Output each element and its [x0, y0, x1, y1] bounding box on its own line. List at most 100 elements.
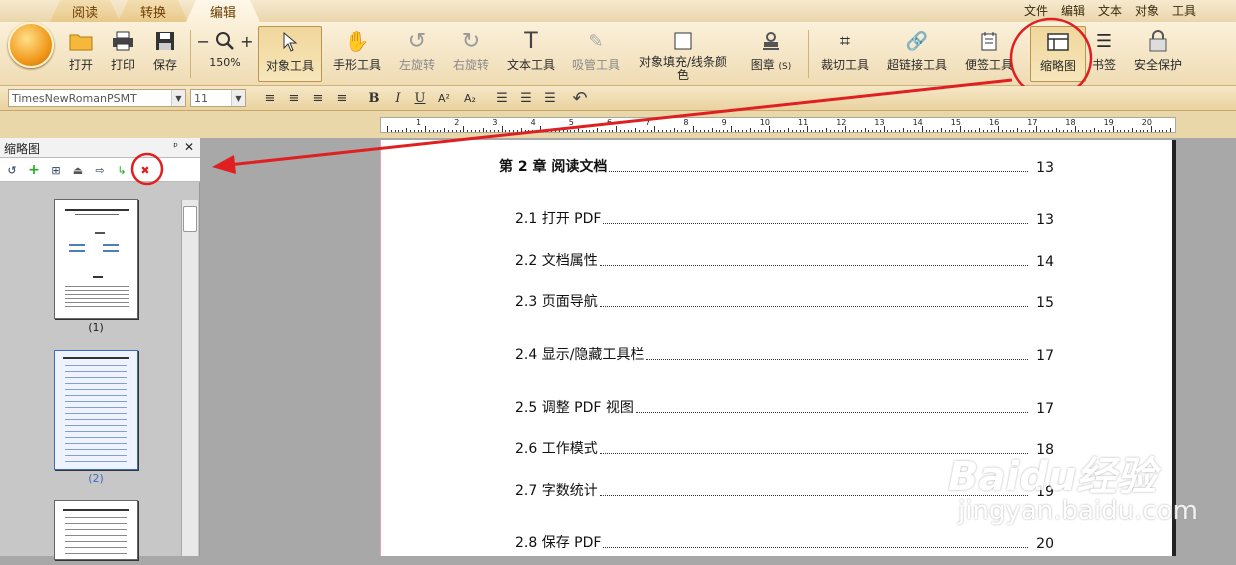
ruler-tick: [1120, 130, 1122, 132]
ruler-tick: [765, 130, 767, 132]
paragraph-spacing-icon[interactable]: ☰: [516, 89, 536, 107]
page-thumbnail-3[interactable]: [54, 500, 138, 560]
ruler-tick: [463, 126, 465, 132]
toc-entry[interactable]: 2.8 保存 PDF 20: [515, 532, 1054, 552]
fill-color-label: 对象填充/线条颜色: [638, 55, 728, 82]
page-thumbnail-2[interactable]: [54, 350, 138, 470]
ruler-tick: [833, 130, 835, 132]
menu-object[interactable]: 对象: [1135, 2, 1159, 19]
panel-scrollbar[interactable]: [181, 200, 198, 556]
rotate-page-icon[interactable]: ↺: [4, 162, 20, 178]
ruler-tick: [486, 130, 488, 132]
align-left-icon[interactable]: ≡: [260, 89, 280, 107]
toc-entry[interactable]: 2.3 页面导航 15: [515, 291, 1054, 311]
insert-page-icon[interactable]: ⊞: [48, 162, 64, 178]
save-button[interactable]: 保存: [146, 26, 184, 82]
toc-chapter-entry[interactable]: 第 2 章 阅读文档 13: [499, 156, 1054, 176]
toc-entry[interactable]: 2.2 文档属性 14: [515, 250, 1054, 270]
toc-entry[interactable]: 2.5 调整 PDF 视图 17: [515, 397, 1054, 417]
zoom-control[interactable]: − + 150%: [194, 26, 256, 82]
line-spacing-icon[interactable]: ☰: [492, 89, 512, 107]
hand-icon: ✋: [344, 29, 370, 53]
ruler-tick: [849, 130, 851, 132]
hand-tool-button[interactable]: ✋ 手形工具: [328, 26, 386, 82]
stamp-button[interactable]: 图章 (S): [740, 26, 802, 82]
fill-color-button[interactable]: 对象填充/线条颜色: [632, 26, 734, 82]
ruler-tick: [402, 130, 404, 132]
hand-tool-label: 手形工具: [332, 58, 381, 72]
ruler-tick: [956, 130, 958, 132]
fill-square-icon: [673, 26, 693, 56]
align-center-icon[interactable]: ≡: [284, 89, 304, 107]
open-button[interactable]: 打开: [62, 26, 100, 82]
ruler-tick: [593, 130, 595, 132]
ruler-tick: [757, 130, 759, 132]
text-tool-button[interactable]: T 文本工具: [502, 26, 560, 82]
ruler-number: 16: [989, 118, 1000, 127]
superscript-button[interactable]: A²: [434, 89, 454, 107]
rotate-right-icon: ↻: [461, 28, 481, 54]
security-button[interactable]: 安全保护: [1130, 26, 1186, 82]
menu-tools[interactable]: 工具: [1172, 2, 1196, 19]
ruler-tick: [673, 128, 675, 132]
bookmark-label: 书签: [1091, 58, 1116, 72]
ruler-tick: [898, 130, 900, 132]
ruler-tick: [1028, 130, 1030, 132]
eyedropper-button[interactable]: ✎ 吸管工具: [566, 26, 626, 82]
font-select[interactable]: TimesNewRomanPSMT ▼: [8, 89, 186, 107]
pin-icon[interactable]: ᵖ: [173, 140, 178, 153]
ruler-tick: [1166, 130, 1168, 132]
subscript-button[interactable]: A₂: [460, 89, 480, 107]
extract-page-icon[interactable]: ⏏: [70, 162, 86, 178]
scroll-thumb[interactable]: [183, 206, 197, 232]
underline-button[interactable]: U: [410, 89, 430, 107]
justify-icon[interactable]: ≡: [332, 89, 352, 107]
ruler-number: 18: [1065, 118, 1076, 127]
ruler-number: 7: [645, 118, 651, 127]
ruler-tick: [425, 126, 427, 132]
ruler-tick: [772, 130, 774, 132]
ruler-tick: [1059, 130, 1061, 132]
ruler-tick: [646, 130, 648, 132]
ruler-tick: [853, 130, 855, 132]
ruler-number: 1: [416, 118, 422, 127]
print-button[interactable]: 打印: [104, 26, 142, 82]
crop-label: 裁切工具: [820, 58, 869, 72]
zoom-icon: − +: [196, 31, 254, 51]
ruler-tick: [730, 126, 732, 132]
bold-button[interactable]: B: [364, 89, 384, 107]
add-page-icon[interactable]: +: [26, 162, 42, 178]
align-right-icon[interactable]: ≡: [308, 89, 328, 107]
app-logo-icon[interactable]: [8, 22, 54, 68]
tab-read[interactable]: 阅读: [50, 0, 120, 22]
rotate-left-button[interactable]: ↺ 左旋转: [392, 26, 442, 82]
ruler-tick: [409, 130, 411, 132]
toc-entry[interactable]: 2.1 打开 PDF 13: [515, 208, 1054, 228]
toc-entry[interactable]: 2.4 显示/隐藏工具栏 17: [515, 344, 1054, 364]
object-tool-button[interactable]: 对象工具: [258, 26, 322, 82]
menu-text[interactable]: 文本: [1098, 2, 1122, 19]
close-icon[interactable]: ✕: [184, 140, 194, 154]
font-size-select[interactable]: 11 ▼: [190, 89, 246, 107]
ruler-tick: [612, 130, 614, 132]
ruler-number: 2: [454, 118, 460, 127]
page-thumbnail-1[interactable]: [54, 199, 138, 319]
ruler-tick: [1040, 130, 1042, 132]
ruler-tick: [516, 130, 518, 132]
replace-page-icon[interactable]: ↳: [114, 162, 130, 178]
tab-edit[interactable]: 编辑: [186, 0, 260, 22]
tab-convert[interactable]: 转换: [118, 0, 188, 22]
list-spacing-icon[interactable]: ☰: [540, 89, 560, 107]
undo-icon[interactable]: ↶: [570, 88, 590, 109]
thumbnail-label-2: (2): [88, 472, 104, 485]
chevron-down-icon: ▼: [171, 90, 185, 106]
toc-leader-dots: [635, 412, 1028, 413]
ruler-tick: [868, 130, 870, 132]
ruler-tick: [1044, 130, 1046, 132]
move-page-icon[interactable]: ⇨: [92, 162, 108, 178]
italic-button[interactable]: I: [388, 89, 408, 107]
rotate-right-button[interactable]: ↻ 右旋转: [446, 26, 496, 82]
crop-tool-button[interactable]: ⌗ 裁切工具: [816, 26, 874, 82]
hyperlink-tool-button[interactable]: 🔗 超链接工具: [882, 26, 952, 82]
toc-page-number: 17: [1036, 348, 1054, 364]
